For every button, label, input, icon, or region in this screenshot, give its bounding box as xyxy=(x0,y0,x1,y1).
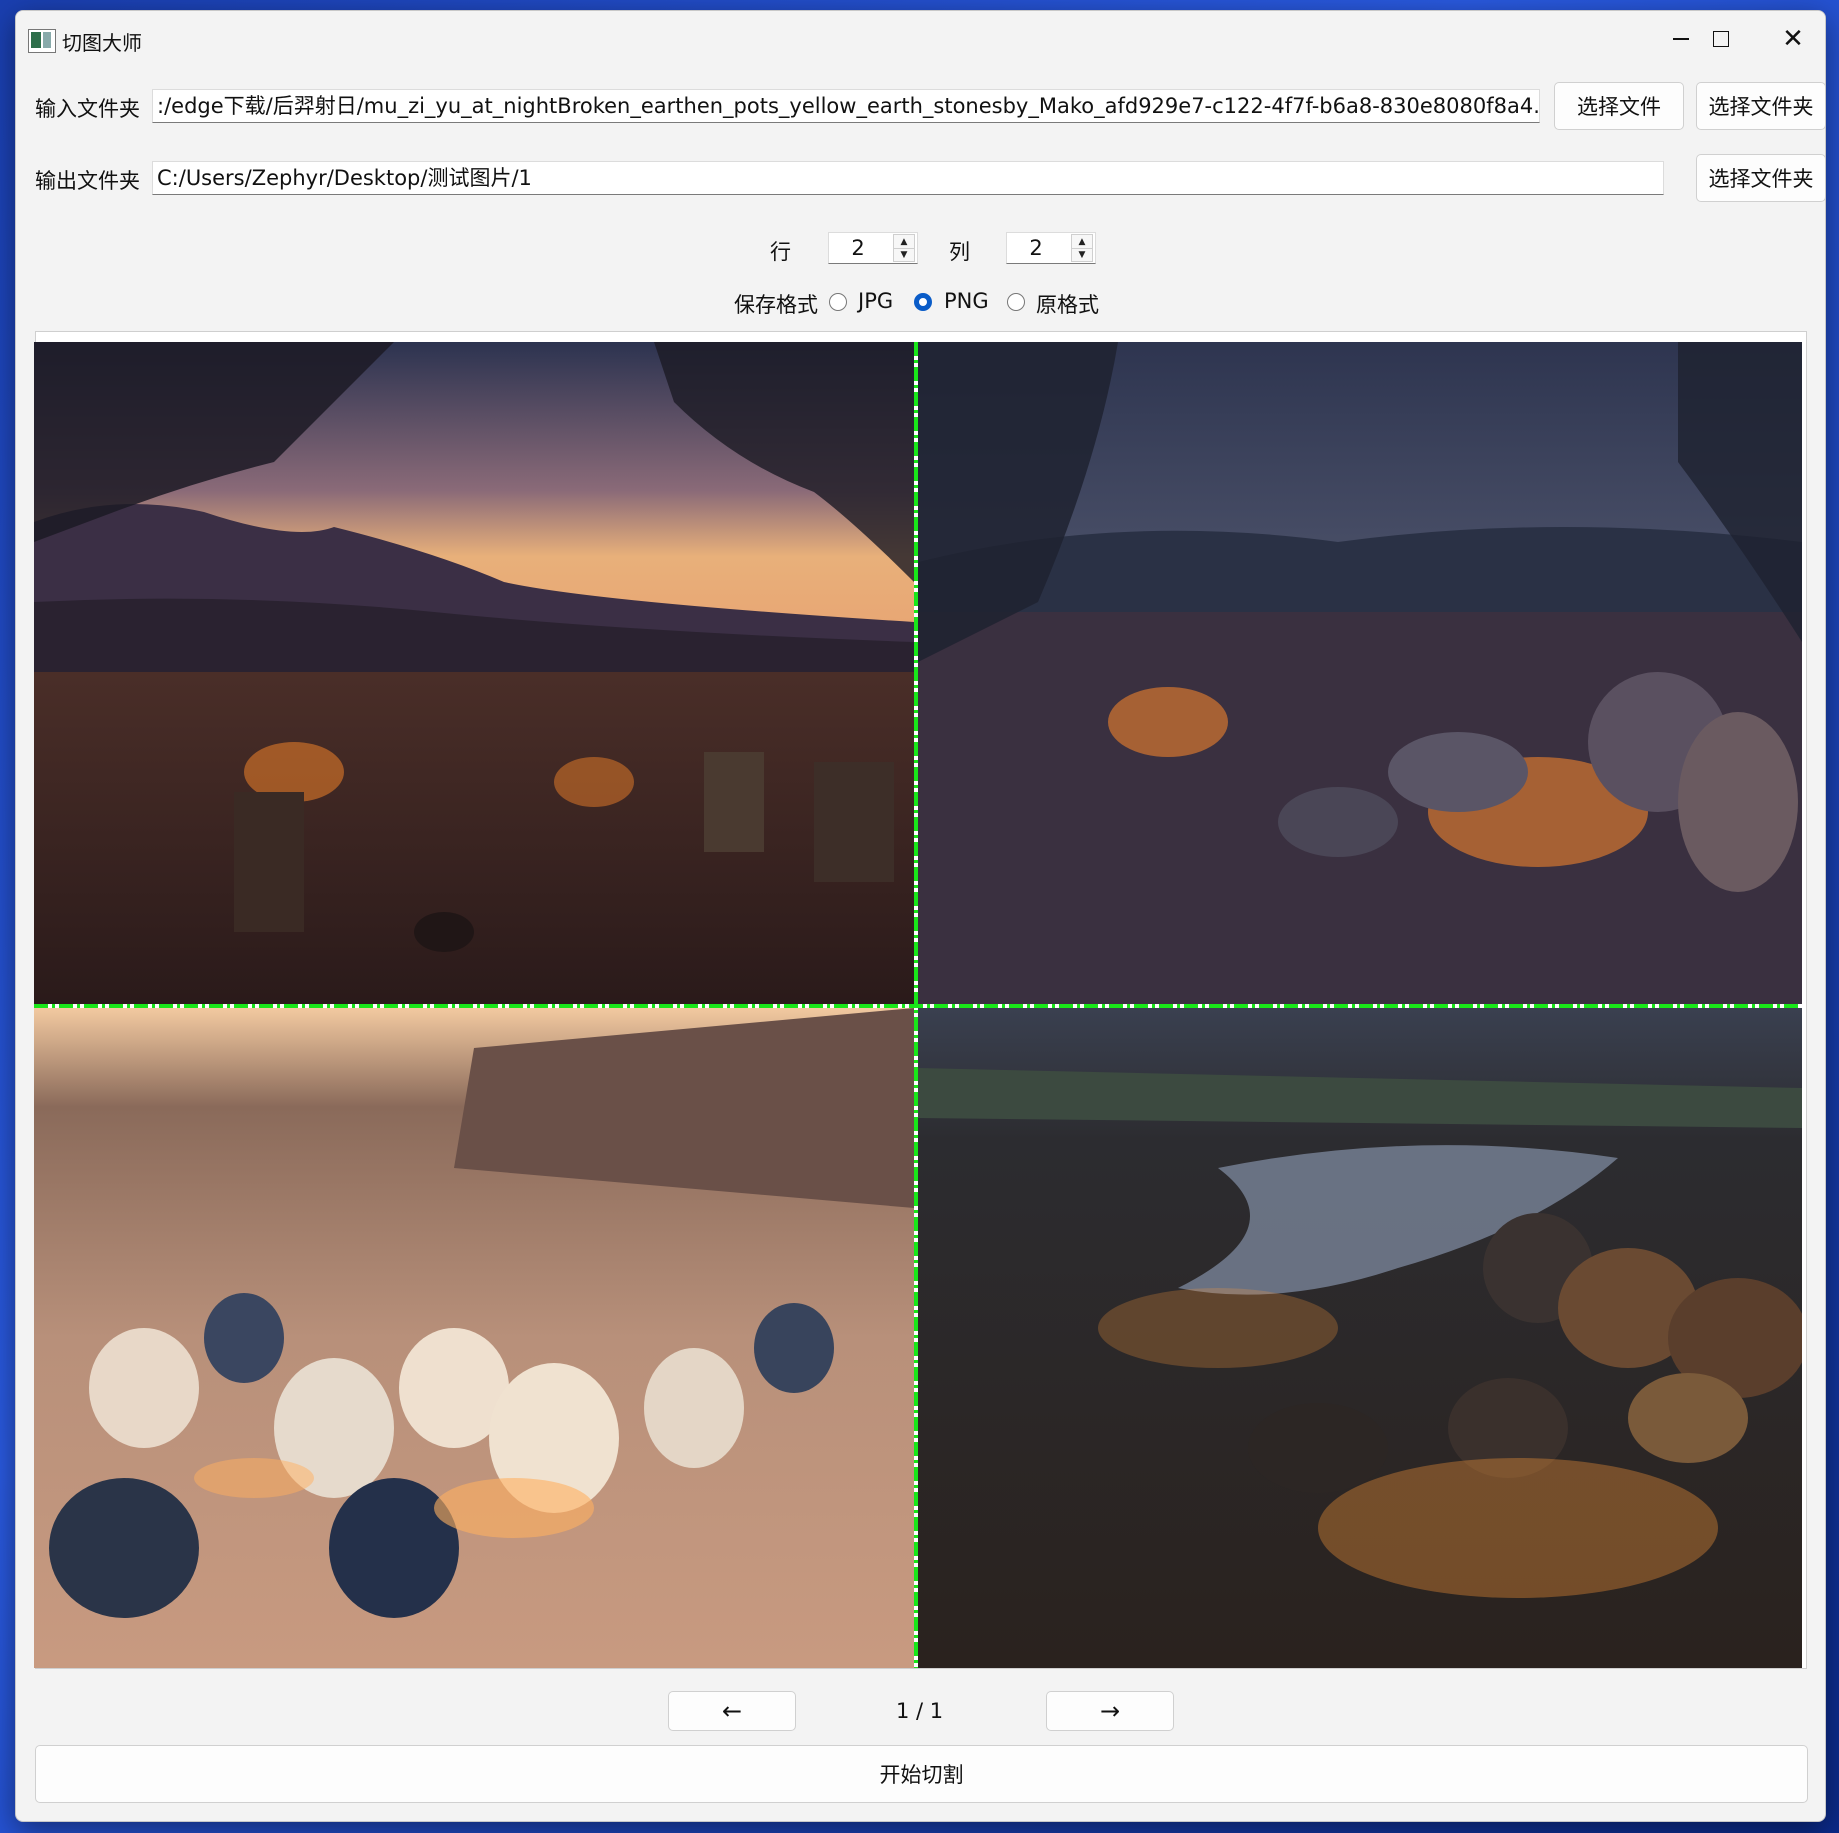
next-page-button[interactable]: → xyxy=(1046,1691,1174,1731)
select-file-button[interactable]: 选择文件 xyxy=(1554,82,1684,130)
input-select-folder-button[interactable]: 选择文件夹 xyxy=(1696,82,1825,130)
cols-value: 2 xyxy=(1029,236,1043,260)
title-bar: 切图大师 ✕ xyxy=(16,11,1825,67)
close-icon: ✕ xyxy=(1782,24,1804,54)
output-path-field[interactable]: C:/Users/Zephyr/Desktop/测试图片/1 xyxy=(152,161,1664,195)
tile-broken-pots xyxy=(34,1008,914,1668)
radio-png-label[interactable]: PNG xyxy=(944,289,989,313)
prev-page-button[interactable]: ← xyxy=(668,1691,796,1731)
rows-up-icon[interactable]: ▲ xyxy=(894,235,914,249)
output-folder-label: 输出文件夹 xyxy=(35,169,140,193)
rows-label: 行 xyxy=(770,240,791,264)
cols-down-icon[interactable]: ▼ xyxy=(1072,248,1092,261)
horizontal-cut-line xyxy=(34,1004,1802,1008)
input-path-field[interactable]: :/edge下载/后羿射日/mu_zi_yu_at_nightBroken_ea… xyxy=(152,89,1540,123)
output-select-folder-button[interactable]: 选择文件夹 xyxy=(1696,154,1825,202)
radio-original-label[interactable]: 原格式 xyxy=(1036,289,1099,319)
tile-night-pots-stream xyxy=(918,1008,1802,1668)
radio-original[interactable] xyxy=(1007,293,1025,311)
page-indicator: 1 / 1 xyxy=(896,1699,944,1723)
maximize-button[interactable] xyxy=(1681,11,1761,67)
start-cut-button[interactable]: 开始切割 xyxy=(35,1745,1808,1803)
save-format-label: 保存格式 xyxy=(734,293,818,317)
close-button[interactable]: ✕ xyxy=(1761,11,1825,67)
cols-label: 列 xyxy=(949,240,970,264)
cols-up-icon[interactable]: ▲ xyxy=(1072,235,1092,249)
rows-down-icon[interactable]: ▼ xyxy=(894,248,914,261)
tile-night-campfire xyxy=(918,342,1802,1004)
tile-dusk-campfire xyxy=(34,342,914,1004)
maximize-icon xyxy=(1713,31,1729,47)
rows-value: 2 xyxy=(851,236,865,260)
app-window: 切图大师 ✕ 输入文件夹 :/edge下载/后羿射日/mu_zi_yu_at_n… xyxy=(15,10,1826,1822)
radio-jpg-label[interactable]: JPG xyxy=(858,289,893,313)
rows-spinbox[interactable]: 2 ▲ ▼ xyxy=(828,232,918,264)
window-title: 切图大师 xyxy=(62,31,142,55)
radio-png[interactable] xyxy=(914,293,932,311)
app-icon xyxy=(28,29,56,53)
cols-spinbox[interactable]: 2 ▲ ▼ xyxy=(1006,232,1096,264)
preview-image xyxy=(34,342,1802,1668)
input-folder-label: 输入文件夹 xyxy=(35,97,140,121)
radio-jpg[interactable] xyxy=(829,293,847,311)
